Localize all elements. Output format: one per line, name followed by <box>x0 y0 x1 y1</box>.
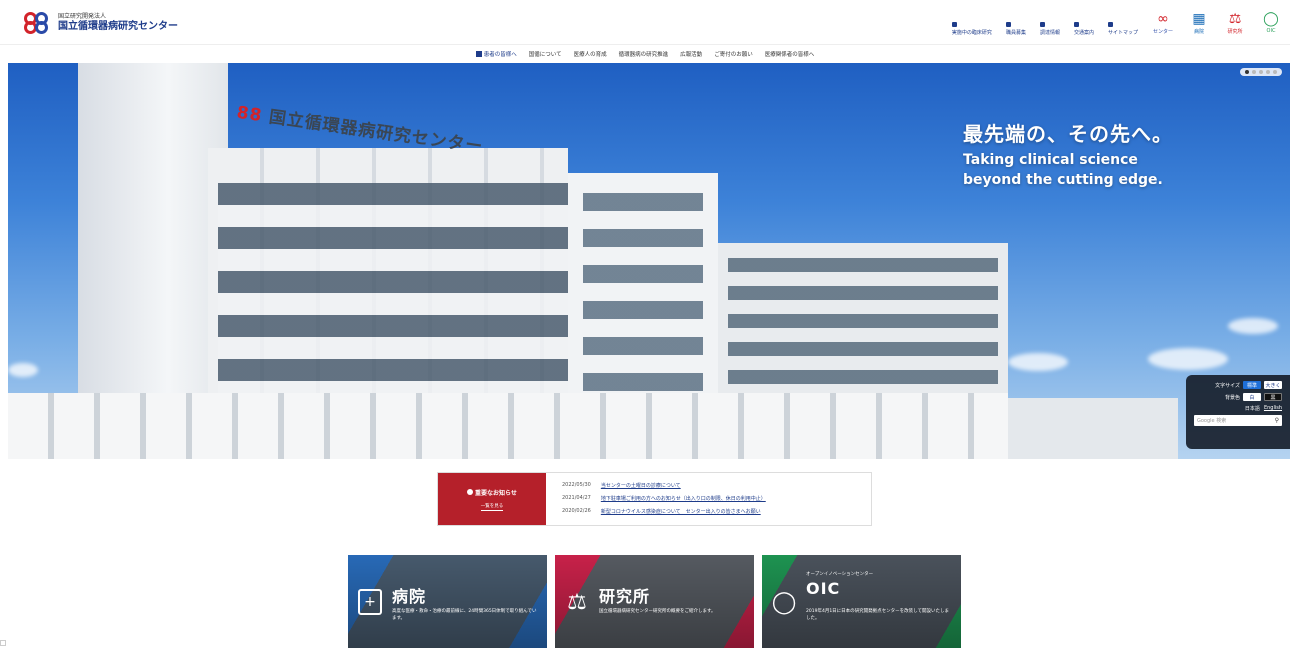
news-list: 2022/05/30 当センターの土曜日の診療について 2021/04/27 地… <box>546 473 766 525</box>
lang-ja-link[interactable]: 日本語 <box>1245 405 1260 412</box>
bg-white-button[interactable]: 白 <box>1243 393 1261 401</box>
hero-tagline: 最先端の、その先へ。 Taking clinical science beyon… <box>963 118 1193 190</box>
org-link-oic[interactable]: ◯ OIC <box>1258 10 1284 35</box>
card-description: 高度な医療・救命・治療の最前線に、24時間365日体制で取り組んでいます。 <box>392 609 537 621</box>
search-icon[interactable]: ⚲ <box>1275 417 1279 424</box>
nav-item-about[interactable]: 国循について <box>529 50 562 58</box>
news-link[interactable]: 当センターの土曜日の診療について <box>601 482 681 489</box>
utility-links: 実施中の臨床研究 職員募集 調達情報 交通案内 サイトマップ <box>951 22 1138 36</box>
news-date: 2020/02/26 <box>562 508 591 514</box>
news-item: 2020/02/26 新型コロナウイルス感染症について センター出入りの皆さまへ… <box>562 508 766 515</box>
news-item: 2022/05/30 当センターの土曜日の診療について <box>562 482 766 489</box>
org-link-research[interactable]: ⚖ 研究所 <box>1222 10 1248 35</box>
building-base <box>8 393 1008 459</box>
logo-subtitle: 国立研究開発法人 <box>58 13 107 20</box>
news-date: 2022/05/30 <box>562 482 591 488</box>
lightbulb-icon: ◯ <box>1263 11 1279 27</box>
util-link-sitemap[interactable]: サイトマップ <box>1107 22 1138 36</box>
cloud <box>1008 353 1068 371</box>
alert-icon <box>467 489 474 495</box>
nav-item-donation[interactable]: ご寄付のお願い <box>714 50 753 58</box>
card-description: 国立循環器病研究センター研究所の概要をご紹介します。 <box>599 609 716 614</box>
org-icon-links: ∞ センター ▦ 病院 ⚖ 研究所 ◯ OIC <box>1150 10 1284 35</box>
org-link-center[interactable]: ∞ センター <box>1150 10 1176 35</box>
cloud <box>1148 348 1228 370</box>
card-hospital[interactable]: + 病院 高度な医療・救命・治療の最前線に、24時間365日体制で取り組んでいま… <box>348 555 547 648</box>
page-corner-marker <box>0 640 6 646</box>
bg-black-button[interactable]: 黒 <box>1264 393 1282 401</box>
card-kicker: オープンイノベーションセンター <box>806 572 874 577</box>
util-link-recruit[interactable]: 職員募集 <box>1005 22 1026 36</box>
hero-slider: 88 国立循環器病研究センター 最先端の、その先へ。 Taking clinic… <box>8 63 1290 459</box>
site-search[interactable]: Google 検索 ⚲ <box>1194 415 1282 426</box>
slide-indicator <box>1240 68 1282 76</box>
person-icon <box>951 22 957 27</box>
accessibility-panel: 文字サイズ 標準 大きく 背景色 白 黒 日本語 English Google … <box>1186 375 1290 449</box>
88-logo-icon: ∞ <box>1157 11 1169 27</box>
hero-tagline-en: Taking clinical science beyond the cutti… <box>963 152 1163 188</box>
building-windows <box>218 183 568 413</box>
cart-icon <box>1039 22 1045 27</box>
important-news: 重要なお知らせ 一覧を見る 2022/05/30 当センターの土曜日の診療につい… <box>437 472 872 526</box>
site-header: 国立研究開発法人 国立循環器病研究センター 実施中の臨床研究 職員募集 調達情報… <box>0 0 1290 44</box>
util-link-access[interactable]: 交通案内 <box>1073 22 1094 36</box>
slide-dot[interactable] <box>1259 70 1263 74</box>
hospital-icon: ▦ <box>1192 11 1206 27</box>
hero-tagline-ja: 最先端の、その先へ。 <box>963 122 1173 146</box>
cloud <box>8 363 38 377</box>
nav-item-education[interactable]: 医療人の育成 <box>574 50 607 58</box>
building-far <box>998 398 1178 459</box>
card-oic[interactable]: ◯ オープンイノベーションセンター OIC 2019年4月1日に日本の研究開発拠… <box>762 555 961 648</box>
search-input[interactable]: Google 検索 <box>1197 417 1226 424</box>
global-nav: 患者の皆様へ 国循について 医療人の育成 循環器病の研究推進 広報活動 ご寄付の… <box>0 44 1290 62</box>
bus-icon <box>1073 22 1079 27</box>
font-large-button[interactable]: 大きく <box>1264 381 1282 389</box>
microscope-icon: ⚖ <box>1228 11 1242 27</box>
card-title: 研究所 <box>599 587 651 606</box>
microscope-icon: ⚖ <box>567 589 587 615</box>
card-research[interactable]: ⚖ 研究所 国立循環器病研究センター研究所の概要をご紹介します。 <box>555 555 754 648</box>
slide-dot[interactable] <box>1245 70 1249 74</box>
news-date: 2021/04/27 <box>562 495 591 501</box>
patient-icon <box>475 50 482 57</box>
font-size-label: 文字サイズ <box>1215 382 1240 389</box>
news-label-panel: 重要なお知らせ 一覧を見る <box>438 473 546 525</box>
site-logo[interactable]: 国立研究開発法人 国立循環器病研究センター <box>24 12 178 34</box>
util-link-clinical-trials[interactable]: 実施中の臨床研究 <box>951 22 992 36</box>
pin-icon <box>1107 22 1113 27</box>
news-title: 重要なお知らせ <box>467 488 517 497</box>
card-description: 2019年4月1日に日本の研究開発拠点センターを改装して開設いたしました。 <box>806 609 950 621</box>
news-link[interactable]: 地下駐車場ご利用の方へのお知らせ（出入り口の制限、休日の利用中止） <box>601 495 766 502</box>
nav-item-pr[interactable]: 広報活動 <box>680 50 702 58</box>
nav-item-research[interactable]: 循環器病の研究推進 <box>619 50 669 58</box>
news-link[interactable]: 新型コロナウイルス感染症について センター出入りの皆さまへお願い <box>601 508 761 515</box>
news-more-link[interactable]: 一覧を見る <box>480 503 504 511</box>
lang-en-link[interactable]: English <box>1264 405 1282 412</box>
org-link-hospital[interactable]: ▦ 病院 <box>1186 10 1212 35</box>
nav-item-patients[interactable]: 患者の皆様へ <box>475 50 517 58</box>
logo-88-icon <box>24 12 50 34</box>
lightbulb-icon: ◯ <box>771 589 797 615</box>
card-title: 病院 <box>392 587 427 606</box>
logo-title: 国立循環器病研究センター <box>58 21 178 32</box>
hospital-icon: + <box>358 589 382 615</box>
cloud <box>1228 318 1278 334</box>
font-standard-button[interactable]: 標準 <box>1243 381 1261 389</box>
util-link-procurement[interactable]: 調達情報 <box>1039 22 1060 36</box>
nav-item-professionals[interactable]: 医療関係者の皆様へ <box>765 50 815 58</box>
card-title: OIC <box>806 579 841 598</box>
slide-dot[interactable] <box>1252 70 1256 74</box>
slide-dot[interactable] <box>1273 70 1277 74</box>
slide-dot[interactable] <box>1266 70 1270 74</box>
document-icon <box>1005 22 1011 27</box>
bg-color-label: 背景色 <box>1224 394 1240 401</box>
news-item: 2021/04/27 地下駐車場ご利用の方へのお知らせ（出入り口の制限、休日の利… <box>562 495 766 502</box>
